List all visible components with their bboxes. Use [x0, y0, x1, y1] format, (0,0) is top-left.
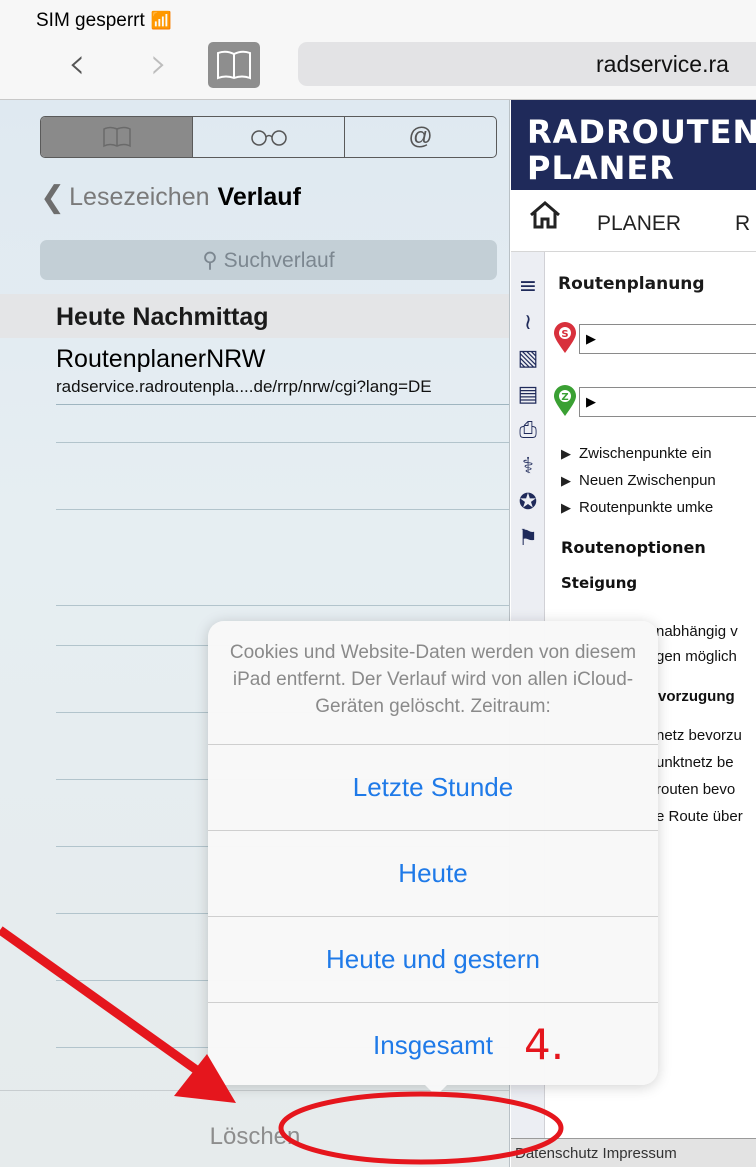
preference-option-4[interactable]: e Route über	[656, 808, 743, 825]
start-point-input[interactable]: ▶	[579, 324, 756, 354]
home-icon[interactable]	[529, 200, 561, 230]
map-icon[interactable]: ▧	[514, 344, 542, 372]
site-footer[interactable]: Datenschutz Impressum	[511, 1138, 756, 1167]
section-header: Heute Nachmittag	[0, 294, 509, 338]
link-insert-waypoints[interactable]: ▶ Zwischenpunkte ein	[561, 445, 712, 462]
history-search-input[interactable]: ⚲ Suchverlauf	[40, 240, 497, 280]
preference-heading: vorzugung	[658, 688, 735, 705]
flag-icon[interactable]: ⚑	[514, 524, 542, 552]
nav-next-item[interactable]: R	[735, 212, 750, 236]
carrier-label: SIM gesperrt	[36, 10, 145, 31]
link-label: Neuen Zwischenpun	[579, 472, 716, 489]
option-today[interactable]: Heute	[208, 831, 658, 917]
menu-icon[interactable]: ≡	[514, 272, 542, 300]
history-item-url: radservice.radroutenpla....de/rrp/nrw/cg…	[56, 377, 432, 396]
print-icon[interactable]: ⎙	[514, 416, 542, 444]
back-link-label: Lesezeichen	[69, 183, 210, 211]
arrow-icon: ▶	[561, 473, 571, 488]
preference-option-2[interactable]: unktnetz be	[656, 754, 734, 771]
reading-glasses-icon	[250, 130, 287, 146]
popover-arrow	[420, 1080, 452, 1096]
search-icon: ⚲	[202, 249, 218, 272]
start-pin-letter: S	[561, 329, 568, 340]
expand-icon: ▶	[586, 331, 596, 346]
at-icon: @	[408, 123, 433, 150]
route-options-title: Routenoptionen	[561, 538, 706, 557]
book-icon	[217, 50, 251, 80]
sidebar-tab-control: @	[40, 116, 497, 158]
arrow-icon: ▶	[561, 446, 571, 461]
site-nav: PLANER R	[511, 190, 756, 252]
nav-planer[interactable]: PLANER	[597, 212, 681, 236]
url-bar[interactable]: radservice.ra	[298, 42, 756, 86]
status-bar: SIM gesperrt 📶	[0, 0, 756, 31]
bike-station-icon[interactable]: ▤	[514, 380, 542, 408]
row-divider	[56, 442, 509, 443]
signpost-icon[interactable]: ⚕	[514, 452, 542, 480]
step-number-annotation: 4.	[524, 1020, 565, 1069]
slope-option-1[interactable]: nabhängig v	[656, 623, 738, 640]
clear-history-popover: Cookies und Website-Daten werden von die…	[208, 621, 658, 1085]
history-item-title: RoutenplanerNRW	[56, 345, 266, 373]
arrow-icon: ▶	[561, 500, 571, 515]
wifi-icon: 📶	[150, 11, 172, 30]
forward-button[interactable]: ›	[150, 42, 168, 86]
browser-toolbar: ‹ › radservice.ra	[0, 30, 756, 100]
clear-history-button[interactable]: Löschen	[0, 1090, 509, 1167]
link-new-waypoint[interactable]: ▶ Neuen Zwischenpun	[561, 472, 716, 489]
link-label: Routenpunkte umke	[579, 499, 714, 516]
site-logo[interactable]: RADROUTEN PLANER	[511, 100, 756, 190]
end-pin-icon: Z	[554, 385, 576, 416]
expand-icon: ▶	[586, 394, 596, 409]
tab-reading-list[interactable]	[193, 117, 345, 157]
back-button[interactable]: ‹	[68, 42, 86, 86]
link-label: Zwischenpunkte ein	[579, 445, 712, 462]
search-placeholder: Suchverlauf	[223, 249, 335, 272]
row-divider	[56, 605, 509, 606]
slope-label: Steigung	[561, 574, 638, 592]
end-pin-letter: Z	[561, 392, 568, 403]
route-icon[interactable]: ≀	[514, 308, 542, 336]
page-title: Verlauf	[217, 183, 301, 211]
preference-option-3[interactable]: routen bevo	[656, 781, 735, 798]
bookmarks-button[interactable]	[208, 42, 260, 88]
end-point-input[interactable]: ▶	[579, 387, 756, 417]
tab-bookmarks[interactable]	[41, 117, 193, 157]
tab-shared-links[interactable]: @	[345, 117, 496, 157]
history-back-link[interactable]: ❮ Lesezeichen Verlauf	[40, 180, 301, 215]
route-planning-title: Routenplanung	[558, 274, 705, 294]
history-item[interactable]: RoutenplanerNRW radservice.radroutenpla.…	[56, 345, 509, 405]
link-reverse-route[interactable]: ▶ Routenpunkte umke	[561, 499, 713, 516]
chevron-left-icon: ❮	[40, 181, 66, 214]
option-all-time[interactable]: Insgesamt	[208, 1003, 658, 1085]
option-today-yesterday[interactable]: Heute und gestern	[208, 917, 658, 1003]
row-divider	[56, 509, 509, 510]
book-icon	[102, 126, 131, 148]
popover-message: Cookies und Website-Daten werden von die…	[208, 621, 658, 745]
slope-option-2[interactable]: gen möglich	[656, 648, 737, 665]
start-pin-icon: S	[554, 322, 576, 353]
star-icon[interactable]: ✪	[514, 488, 542, 516]
preference-option-1[interactable]: netz bevorzu	[656, 727, 742, 744]
option-last-hour[interactable]: Letzte Stunde	[208, 745, 658, 831]
